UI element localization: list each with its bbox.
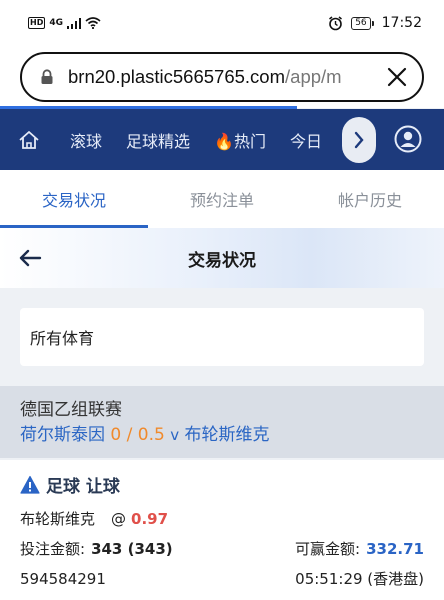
home-button[interactable]	[0, 109, 58, 170]
nav-item-today[interactable]: 今日	[278, 128, 334, 152]
alarm-icon	[329, 15, 343, 30]
ticket-id: 594584291	[20, 569, 106, 588]
league-header: 德国乙组联赛 荷尔斯泰因 0 / 0.5 v 布轮斯维克	[0, 386, 444, 458]
user-avatar-icon[interactable]	[394, 125, 422, 153]
warning-icon	[20, 475, 40, 494]
status-bar: HD 4G 56 17:52	[0, 0, 444, 46]
away-team: 布轮斯维克	[184, 425, 270, 445]
tab-transaction-status[interactable]: 交易状况	[0, 170, 148, 228]
win-label: 可赢金额:	[295, 540, 361, 558]
lock-icon	[41, 69, 53, 84]
at-sign: @	[111, 509, 127, 528]
match-line: 荷尔斯泰因 0 / 0.5 v 布轮斯维克	[20, 422, 424, 448]
nav-item-football-picks[interactable]: 足球精选	[114, 128, 202, 152]
close-icon[interactable]	[386, 66, 408, 88]
url-path: /app/m	[285, 66, 342, 87]
back-arrow-icon[interactable]	[18, 246, 42, 270]
bet-type-label: 足球 让球	[46, 477, 120, 497]
nav-item-live[interactable]: 滚球	[58, 128, 114, 152]
tab-account-history[interactable]: 帐户历史	[296, 170, 444, 228]
battery-level: 56	[351, 16, 371, 30]
url-text[interactable]: brn20.plastic5665765.com/app/m	[68, 66, 376, 88]
home-team: 荷尔斯泰因	[20, 425, 105, 445]
clock: 17:52	[381, 15, 422, 31]
league-name: 德国乙组联赛	[20, 400, 122, 420]
page-header: 交易状况	[0, 228, 444, 288]
page-title: 交易状况	[188, 250, 256, 271]
bet-time: 05:51:29 (香港盘)	[295, 570, 424, 588]
nav-item-hot-label: 热门	[233, 131, 266, 151]
top-nav: 滚球 足球精选 🔥热门 今日	[0, 109, 444, 170]
stake-value: 343 (343)	[91, 539, 173, 558]
address-bar[interactable]: brn20.plastic5665765.com/app/m	[20, 52, 424, 102]
handicap-value: 0 / 0.5	[110, 425, 165, 445]
tab-bar: 交易状况 预约注单 帐户历史	[0, 170, 444, 228]
tab-pending-bets[interactable]: 预约注单	[148, 170, 296, 228]
bet-card: 足球 让球 布轮斯维克 @ 0.97 投注金额: 343 (343) 可赢金额:…	[0, 460, 444, 600]
signal-icon	[67, 17, 81, 29]
home-icon	[19, 130, 39, 149]
selection-row: 布轮斯维克 @ 0.97	[20, 508, 424, 529]
stake-label: 投注金额:	[20, 540, 86, 558]
bet-type: 足球 让球	[20, 472, 120, 497]
amount-row: 投注金额: 343 (343) 可赢金额: 332.71	[20, 538, 424, 559]
odds-value: 0.97	[131, 509, 169, 528]
wifi-icon	[85, 17, 101, 29]
nav-item-hot[interactable]: 🔥热门	[202, 128, 278, 152]
network-label: 4G	[49, 18, 63, 28]
sport-filter-select[interactable]: 所有体育	[20, 308, 424, 366]
versus-label: v	[170, 426, 180, 444]
selection-name: 布轮斯维克	[20, 510, 96, 528]
browser-toolbar: brn20.plastic5665765.com/app/m	[0, 46, 444, 108]
status-indicators: HD 4G	[28, 17, 101, 29]
hd-badge: HD	[28, 17, 46, 29]
url-host: brn20.plastic5665765.com	[68, 66, 286, 87]
nav-scroll-button[interactable]	[342, 117, 376, 163]
chevron-right-icon	[354, 131, 364, 149]
battery-icon: 56	[351, 16, 374, 30]
ticket-row: 594584291 05:51:29 (香港盘)	[20, 568, 424, 589]
fire-icon: 🔥	[214, 131, 234, 151]
win-value: 332.71	[366, 539, 424, 558]
